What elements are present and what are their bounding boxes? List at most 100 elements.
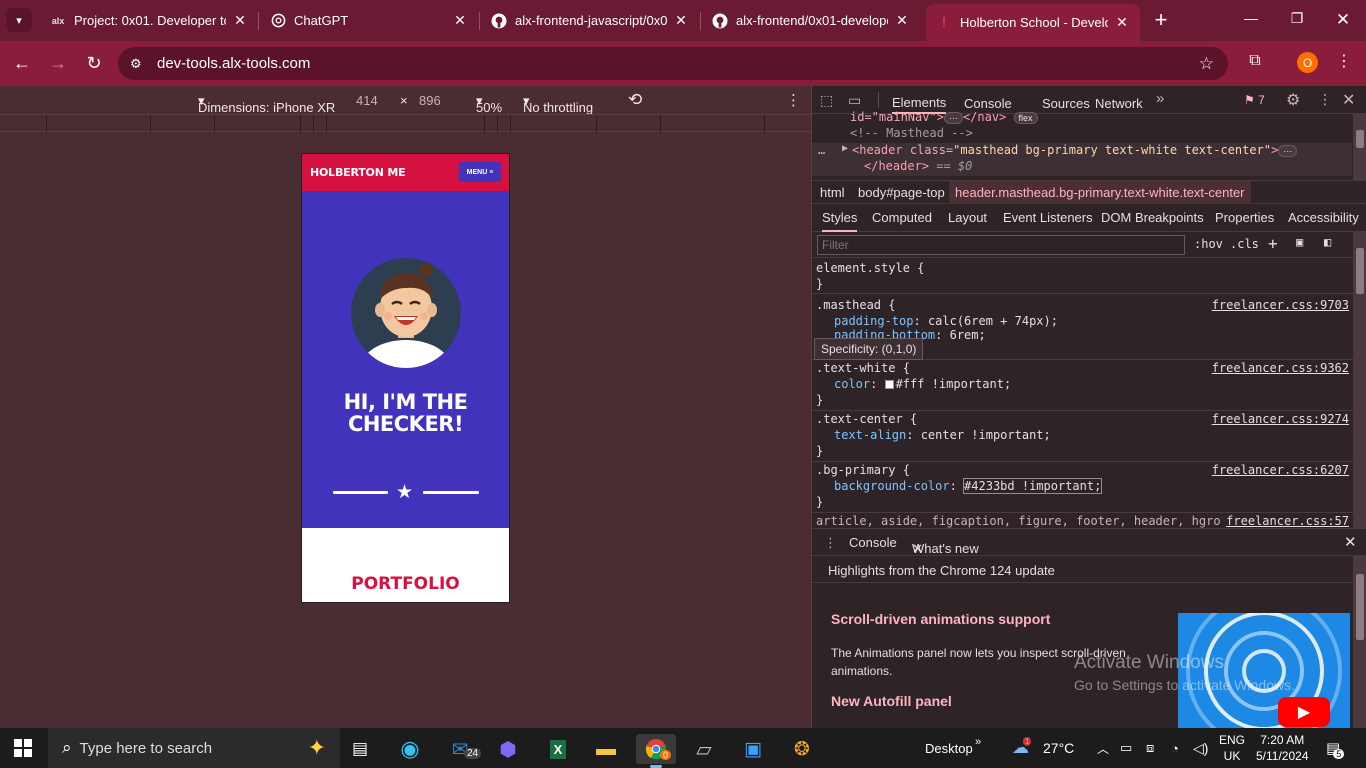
issues-badge[interactable]: ⚑ 7 — [1244, 93, 1265, 107]
copilot-sparkle-icon[interactable]: ✦ — [308, 735, 326, 761]
style-rule-text-white[interactable]: .text-white { freelancer.css:9362 color:… — [812, 361, 1357, 411]
tab-event-listeners[interactable]: Event Listeners — [1003, 210, 1093, 225]
close-icon[interactable]: ✕ — [894, 12, 910, 29]
close-drawer-icon[interactable]: ✕ — [1344, 533, 1357, 551]
chrome-icon[interactable]: 0 — [636, 734, 676, 768]
declaration[interactable]: padding-top: calc(6rem + 74px); — [834, 314, 1058, 328]
rule-source-link[interactable]: freelancer.css:9362 — [1212, 361, 1349, 375]
reload-button[interactable]: ↻ — [83, 52, 105, 74]
browser-tab-1[interactable]: ChatGPT ✕ — [260, 5, 478, 36]
declaration[interactable]: color: #fff !important; — [834, 377, 1011, 391]
inspect-element-icon[interactable]: ⬚ — [820, 92, 833, 109]
tab-properties[interactable]: Properties — [1215, 210, 1274, 225]
dom-line-header[interactable]: <header class="masthead bg-primary text-… — [852, 143, 1298, 157]
url-text[interactable]: dev-tools.alx-tools.com — [157, 55, 310, 72]
close-icon[interactable]: ✕ — [232, 12, 248, 29]
close-icon[interactable]: ✕ — [452, 12, 468, 29]
mail-icon[interactable]: ✉ 24 — [440, 734, 482, 764]
back-button[interactable]: ← — [11, 52, 33, 74]
sidebar-toggle-icon[interactable]: ◧ — [1324, 235, 1331, 249]
language-indicator[interactable]: ENG UK — [1219, 728, 1245, 768]
site-info-icon[interactable]: ⚙ — [130, 56, 148, 72]
breadcrumb-body[interactable]: body#page-top — [858, 185, 945, 200]
whats-new-heading-2[interactable]: New Autofill panel — [831, 693, 952, 709]
cls-toggle[interactable]: .cls — [1230, 237, 1259, 251]
weather-temp[interactable]: 27°C — [1043, 728, 1074, 768]
scroll-thumb[interactable] — [1356, 248, 1364, 294]
browser-tab-4-active[interactable]: ǃ Holberton School - Develope ✕ — [926, 4, 1140, 41]
rotate-icon[interactable]: ⟲ — [628, 90, 642, 110]
tab-layout[interactable]: Layout — [948, 210, 987, 225]
color-swatch[interactable] — [884, 380, 894, 389]
file-explorer-icon[interactable]: ▬ — [586, 734, 626, 764]
battery-icon[interactable]: ▭ — [1120, 728, 1132, 768]
rule-source-link[interactable]: freelancer.css:9274 — [1212, 412, 1349, 426]
photos-icon[interactable]: ▣ — [733, 734, 773, 764]
paint-brush-icon[interactable]: ▣ — [1296, 235, 1303, 249]
browser-menu-icon[interactable]: ⋮ — [1336, 51, 1352, 71]
settings-gear-icon[interactable]: ⚙ — [1286, 90, 1300, 110]
browser-tab-2[interactable]: alx-frontend-javascript/0x01 ✕ — [481, 5, 699, 36]
breadcrumb-html[interactable]: html — [820, 185, 845, 200]
browser-tab-0[interactable]: alx Project: 0x01. Developer too ✕ — [40, 5, 258, 36]
dom-more-icon[interactable]: … — [818, 143, 825, 157]
tray-expand-icon[interactable]: ︿ — [1097, 728, 1109, 768]
close-icon[interactable]: ✕ — [912, 541, 923, 557]
task-view-icon[interactable]: ▤ — [340, 734, 380, 764]
wifi-icon[interactable]: ◔ — [1171, 728, 1179, 768]
address-bar[interactable]: ⚙ dev-tools.alx-tools.com ☆ — [118, 47, 1228, 80]
drawer-scrollbar[interactable] — [1353, 556, 1366, 728]
style-rule-element[interactable]: element.style { } — [812, 258, 1357, 294]
device-select[interactable]: Dimensions: iPhone XR ▾ — [198, 93, 335, 115]
declaration[interactable]: text-align: center !important; — [834, 428, 1051, 442]
minimize-button[interactable]: — — [1241, 10, 1261, 26]
taskbar-search[interactable]: ⌕ Type here to search ✦ — [48, 728, 340, 768]
throttling-select[interactable]: No throttling ▾ — [523, 93, 593, 115]
zoom-select[interactable]: 50% ▾ — [476, 93, 502, 115]
styles-scrollbar[interactable] — [1353, 232, 1366, 528]
emulated-device-screen[interactable]: HOLBERTON ME MENU ≡ HI, I'M THE CHECKER!… — [302, 154, 509, 602]
styles-filter-input[interactable] — [817, 235, 1185, 255]
page-menu-button[interactable]: MENU ≡ — [459, 162, 501, 182]
tab-computed[interactable]: Computed — [872, 210, 932, 225]
style-rule-ua[interactable]: article, aside, figcaption, figure, foot… — [812, 514, 1357, 528]
scroll-thumb[interactable] — [1356, 130, 1364, 148]
volume-icon[interactable]: ◁) — [1193, 728, 1208, 768]
whats-new-heading-1[interactable]: Scroll-driven animations support — [831, 611, 1050, 627]
dom-line-nav[interactable]: id="mainNav"> ··· </nav> flex — [850, 110, 1038, 124]
expand-triangle-icon[interactable]: ▶ — [842, 143, 848, 154]
scroll-thumb[interactable] — [1356, 574, 1364, 640]
tab-network[interactable]: Network — [1095, 86, 1143, 114]
height-input[interactable]: 896 — [419, 93, 441, 108]
notification-center-icon[interactable]: ▤ 5 — [1326, 728, 1345, 768]
forward-button[interactable]: → — [47, 52, 69, 74]
rule-source-link[interactable]: freelancer.css:57 — [1220, 514, 1349, 528]
play-icon[interactable]: ▶ — [1278, 697, 1330, 727]
desktop-toolbar-label[interactable]: Desktop — [925, 728, 973, 768]
paint-icon[interactable]: ❂ — [782, 734, 822, 764]
close-window-button[interactable]: ✕ — [1333, 10, 1353, 30]
notepad-icon[interactable]: ▱ — [684, 734, 724, 764]
hov-toggle[interactable]: :hov — [1194, 237, 1223, 251]
dom-line-header-close[interactable]: </header> == $0 — [864, 159, 972, 173]
tab-sources[interactable]: Sources — [1042, 86, 1090, 114]
restore-button[interactable]: ❐ — [1287, 10, 1307, 27]
flex-badge[interactable]: flex — [1013, 112, 1038, 124]
breadcrumb-header[interactable]: header.masthead.bg-primary.text-white.te… — [949, 181, 1251, 204]
close-icon[interactable]: ✕ — [673, 12, 689, 29]
dom-scrollbar[interactable] — [1353, 114, 1366, 180]
rule-source-link[interactable]: freelancer.css:9703 — [1212, 298, 1349, 312]
clock[interactable]: 7:20 AM 5/11/2024 — [1256, 728, 1309, 768]
extensions-icon[interactable]: ⧉ — [1244, 52, 1266, 70]
drawer-menu-icon[interactable]: ⋮ — [824, 535, 837, 551]
browser-tab-3[interactable]: alx-frontend/0x01-develope ✕ — [702, 5, 920, 36]
close-devtools-icon[interactable]: ✕ — [1342, 90, 1355, 110]
device-menu-icon[interactable]: ⋮ — [786, 91, 801, 109]
copilot-app-icon[interactable]: ⬢ — [488, 734, 528, 764]
rule-source-link[interactable]: freelancer.css:6207 — [1212, 463, 1349, 477]
style-rule-bg-primary[interactable]: .bg-primary { freelancer.css:6207 backgr… — [812, 463, 1357, 513]
bookmark-star-icon[interactable]: ☆ — [1199, 54, 1214, 74]
weather-icon[interactable]: ☁ 1 — [1012, 728, 1032, 768]
tab-accessibility[interactable]: Accessibility — [1288, 210, 1359, 225]
tab-styles[interactable]: Styles — [822, 210, 858, 232]
